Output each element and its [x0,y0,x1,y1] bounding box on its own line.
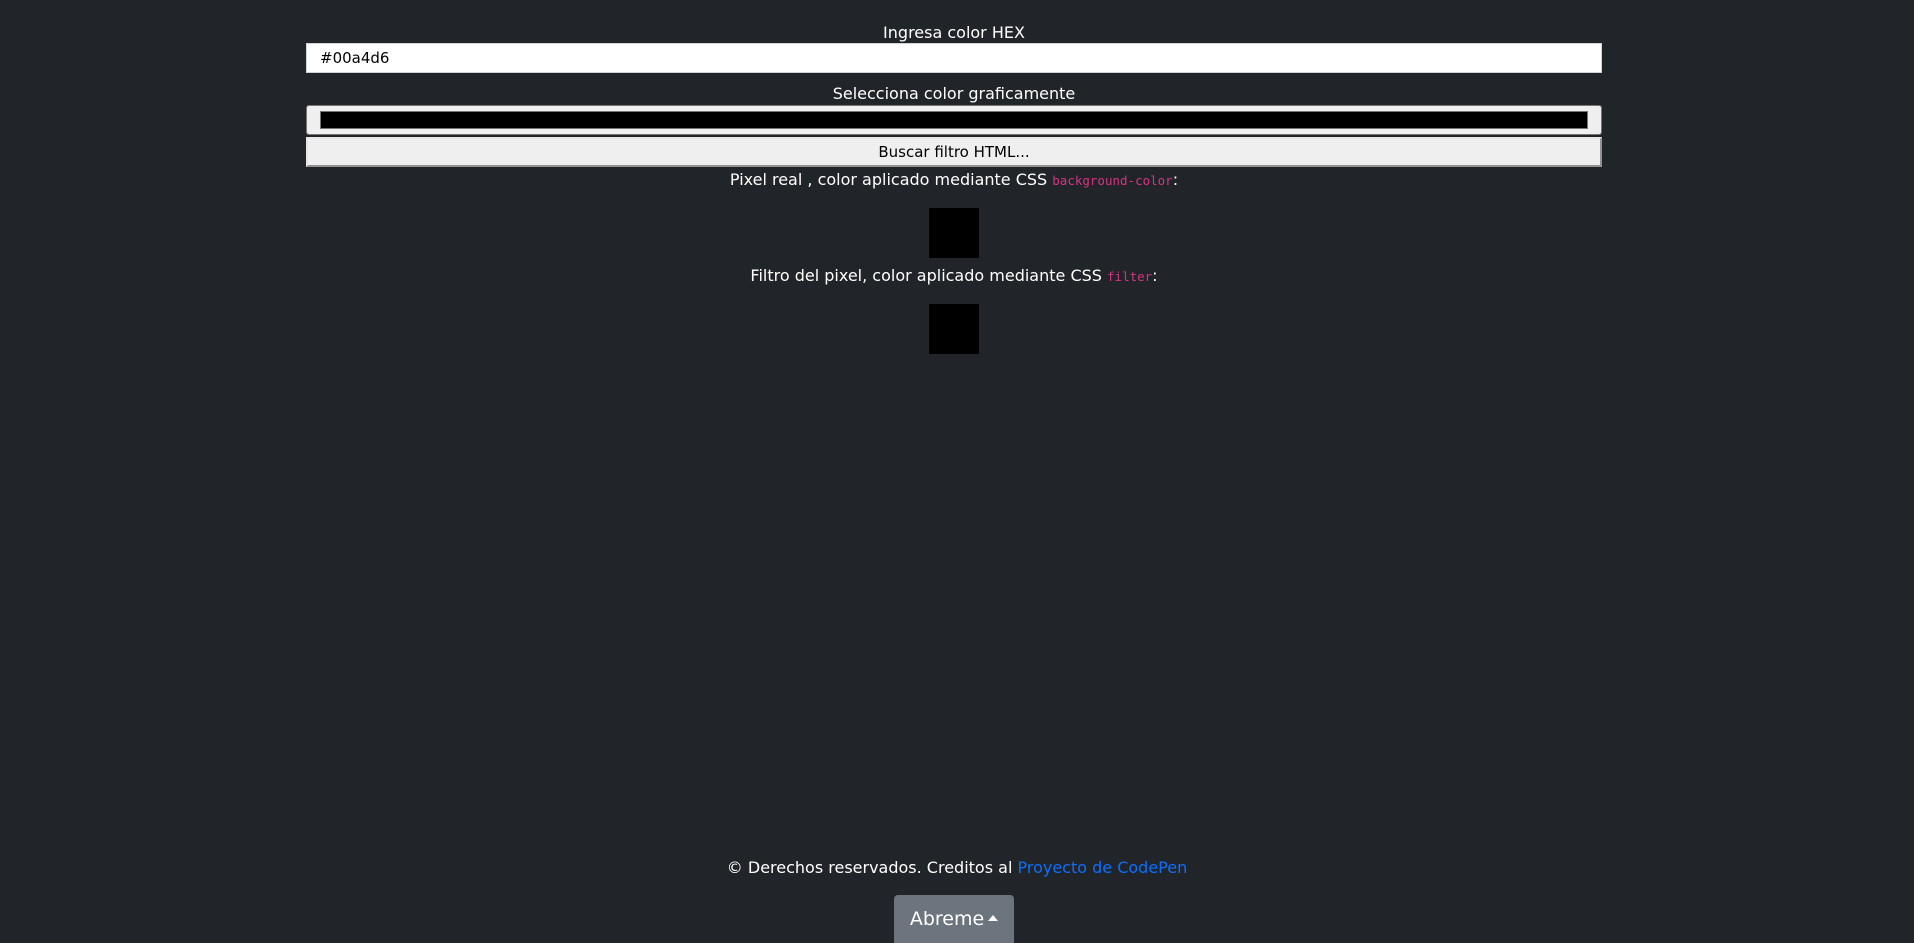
color-picker-swatch [320,111,1588,129]
filter-pixel-preview [929,304,979,354]
open-button[interactable]: Abreme [894,895,1014,943]
codepen-project-link[interactable]: Proyecto de CodePen [1017,858,1187,877]
color-picker-input[interactable] [306,105,1602,135]
hex-input-label: Ingresa color HEX [883,23,1025,42]
open-button-label: Abreme [909,908,985,930]
search-filter-button[interactable]: Buscar filtro HTML... [306,137,1602,167]
filter-pixel-label-code: filter [1107,269,1153,284]
filter-pixel-label-suffix: : [1152,266,1158,285]
filter-pixel-label-text: Filtro del pixel, color aplicado mediant… [750,266,1108,285]
caret-up-icon [988,914,999,921]
real-pixel-preview [929,208,979,258]
footer-copyright-text: © Derechos reservados. Creditos al [726,858,1018,877]
real-pixel-label-code: background-color [1052,173,1173,188]
real-pixel-label: Pixel real , color aplicado mediante CSS… [306,170,1602,191]
hex-color-input[interactable] [306,43,1602,73]
real-pixel-label-text: Pixel real , color aplicado mediante CSS [729,170,1053,189]
real-pixel-label-suffix: : [1172,170,1179,189]
footer: © Derechos reservados. Creditos al Proye… [0,858,1914,878]
color-picker-label: Selecciona color graficamente [832,84,1076,103]
filter-pixel-label: Filtro del pixel, color aplicado mediant… [306,266,1602,287]
